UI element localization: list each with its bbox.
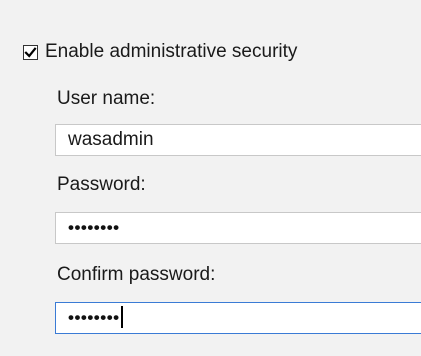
confirm-password-field[interactable]: •••••••• <box>55 302 421 334</box>
confirm-password-masked-value: •••••••• <box>68 308 120 327</box>
enable-security-checkbox[interactable] <box>23 44 38 60</box>
username-label: User name: <box>57 88 156 109</box>
enable-security-row[interactable]: Enable administrative security <box>23 40 297 64</box>
check-icon <box>24 46 37 58</box>
password-label: Password: <box>57 174 146 195</box>
text-caret <box>120 305 123 328</box>
username-field[interactable]: wasadmin <box>55 124 421 156</box>
password-masked-value: •••••••• <box>68 218 120 237</box>
password-field[interactable]: •••••••• <box>55 212 421 244</box>
username-value: wasadmin <box>68 129 154 150</box>
confirm-password-label: Confirm password: <box>57 264 216 285</box>
security-settings-panel: Enable administrative security User name… <box>0 0 421 356</box>
enable-security-label[interactable]: Enable administrative security <box>45 40 297 64</box>
